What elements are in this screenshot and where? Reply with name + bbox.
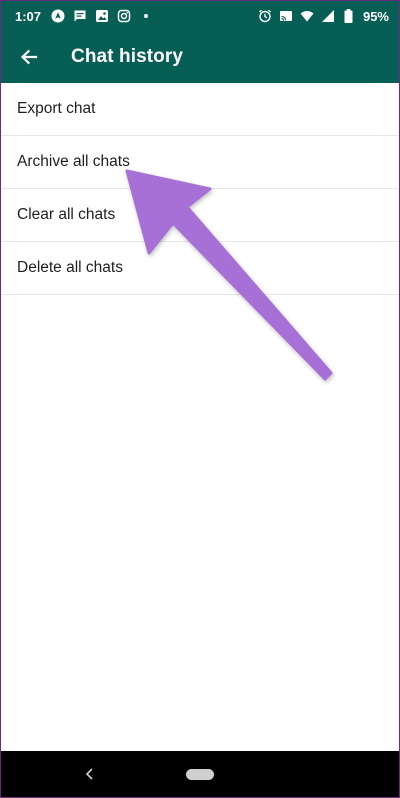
dot-icon xyxy=(139,9,153,23)
instagram-icon xyxy=(117,9,131,23)
battery-percent: 95% xyxy=(362,8,389,24)
status-left: 1:07 xyxy=(1,9,153,24)
status-time: 1:07 xyxy=(15,8,42,24)
archive-all-chats-item[interactable]: Archive all chats xyxy=(1,136,399,189)
phone-screen: 1:07 95% Chat history Export chat Archiv… xyxy=(0,0,400,798)
export-chat-label: Export chat xyxy=(17,100,96,117)
app-bar: Chat history xyxy=(1,31,399,83)
navigation-icon xyxy=(51,9,65,23)
wifi-icon xyxy=(300,9,314,23)
nav-back-icon[interactable] xyxy=(81,764,97,784)
navigation-bar xyxy=(1,751,399,797)
status-bar: 1:07 95% xyxy=(1,1,399,31)
message-icon xyxy=(73,9,87,23)
status-right: 95% xyxy=(258,1,389,31)
clear-all-chats-item[interactable]: Clear all chats xyxy=(1,189,399,242)
alarm-icon xyxy=(258,9,272,23)
battery-icon xyxy=(342,9,356,23)
nav-home-pill[interactable] xyxy=(186,769,214,780)
clear-all-chats-label: Clear all chats xyxy=(17,206,116,223)
delete-all-chats-item[interactable]: Delete all chats xyxy=(1,242,399,295)
back-button[interactable] xyxy=(14,42,44,72)
delete-all-chats-label: Delete all chats xyxy=(17,259,123,276)
signal-icon xyxy=(321,9,335,23)
archive-all-chats-label: Archive all chats xyxy=(17,153,130,170)
cast-icon xyxy=(279,9,293,23)
page-title: Chat history xyxy=(71,46,184,67)
export-chat-item[interactable]: Export chat xyxy=(1,83,399,136)
arrow-back-icon xyxy=(20,49,38,65)
chat-history-menu: Export chat Archive all chats Clear all … xyxy=(1,83,399,295)
gallery-icon xyxy=(95,9,109,23)
